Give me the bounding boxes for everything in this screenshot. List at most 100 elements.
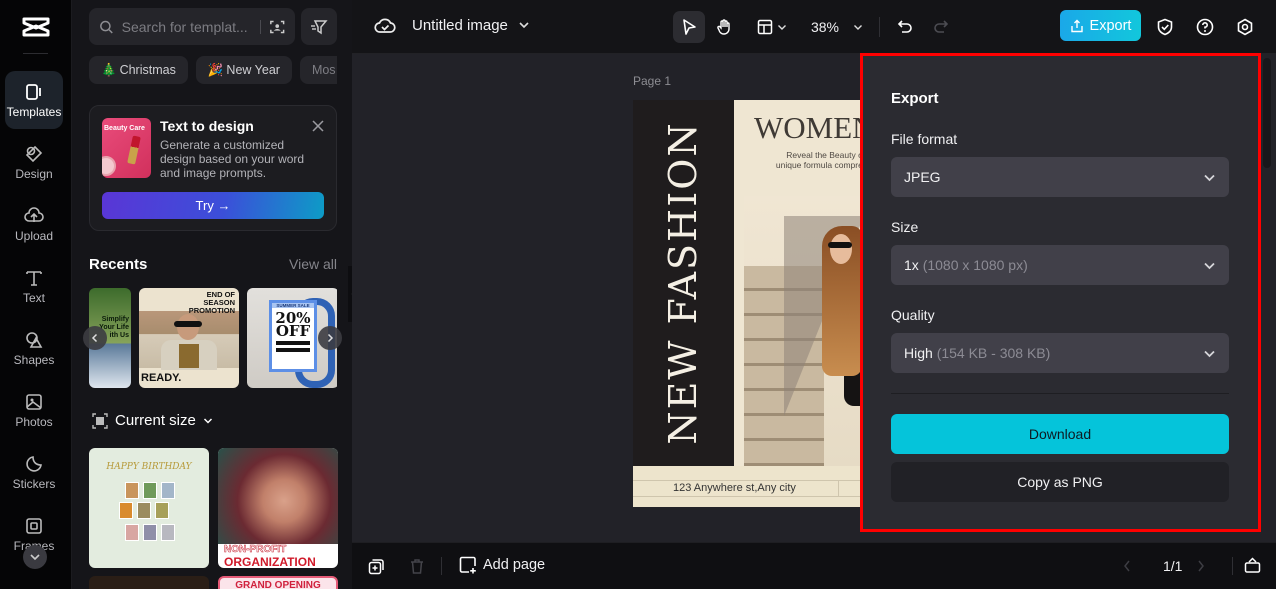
export-button[interactable]: Export: [1060, 10, 1141, 41]
close-icon[interactable]: [310, 118, 326, 134]
rail-label: Design: [15, 166, 53, 181]
duplicate-page-icon[interactable]: [368, 558, 385, 575]
select-tool-button[interactable]: [673, 11, 705, 43]
canvas-scrollbar[interactable]: [1263, 58, 1271, 168]
search-box[interactable]: [89, 8, 295, 45]
chip-label: Christmas: [119, 63, 176, 77]
carousel-next-button[interactable]: [318, 326, 342, 350]
redo-button[interactable]: [929, 11, 953, 43]
party-popper-icon: 🎉: [207, 62, 224, 77]
zoom-dropdown[interactable]: 38%: [804, 11, 870, 43]
thumbnail-caption: Beauty Care: [104, 125, 145, 132]
chip-christmas[interactable]: 🎄 Christmas: [89, 56, 188, 84]
quality-detail: (154 KB - 308 KB): [936, 345, 1051, 361]
security-button[interactable]: [1152, 11, 1178, 43]
template-card[interactable]: [89, 576, 209, 589]
category-chips: 🎄 Christmas 🎉 New Year Mos: [89, 56, 337, 84]
chip-new-year[interactable]: 🎉 New Year: [195, 56, 292, 84]
bottom-divider: [1232, 557, 1233, 575]
design-side-band: NEW FASHION: [633, 100, 734, 466]
template-title: HAPPY BIRTHDAY: [106, 462, 192, 472]
rail-item-templates[interactable]: Templates: [5, 71, 63, 129]
template-card[interactable]: NON-PROFIT ORGANIZATION: [218, 448, 338, 568]
template-title: GRAND OPENING: [235, 580, 321, 589]
rail-label: Templates: [6, 104, 62, 119]
carousel-prev-button[interactable]: [83, 326, 107, 350]
shield-check-icon: [1157, 18, 1173, 36]
design-footer: 123 Anywhere st,Any city: [633, 466, 863, 507]
page-counter: 1/1: [1163, 558, 1183, 574]
settings-button[interactable]: [1232, 11, 1258, 43]
current-size-dropdown[interactable]: Current size: [92, 412, 213, 429]
recents-heading: Recents: [89, 256, 148, 273]
current-size-label: Current size: [115, 412, 196, 429]
recent-item-offer: 20% OFF: [275, 309, 311, 340]
expand-pages-icon[interactable]: [1244, 556, 1261, 574]
template-subtitle: ORGANIZATION: [224, 555, 316, 568]
chevron-down-icon: [854, 25, 863, 30]
rail-item-text[interactable]: Text: [5, 257, 63, 315]
text-icon: [26, 270, 42, 286]
hand-tool-button[interactable]: [709, 11, 741, 43]
template-card[interactable]: GRAND OPENING: [218, 576, 338, 589]
rail-item-photos[interactable]: Photos: [5, 381, 63, 439]
quality-value: High: [904, 345, 933, 361]
undo-button[interactable]: [893, 11, 917, 43]
next-page-icon[interactable]: [1196, 559, 1206, 573]
design-vertical-text: NEW FASHION: [661, 121, 705, 445]
size-detail: (1080 x 1080 px): [922, 257, 1028, 273]
design-heading: WOMEN: [754, 110, 863, 145]
image-search-icon[interactable]: [269, 18, 285, 36]
search-divider: [259, 19, 261, 34]
chevron-down-icon: [1204, 262, 1215, 269]
rail-divider: [23, 53, 48, 54]
templates-icon: [26, 83, 41, 100]
design-artboard[interactable]: NEW FASHION WOMEN Reveal the Beauty of O…: [633, 100, 863, 507]
shapes-icon: [26, 331, 43, 348]
text-to-design-thumbnail: Beauty Care: [102, 118, 151, 178]
chevron-down-icon: [203, 417, 212, 424]
document-title[interactable]: Untitled image: [412, 17, 508, 34]
recent-item[interactable]: END OF SEASON PROMOTION READY.: [139, 288, 239, 388]
search-input[interactable]: [121, 18, 252, 35]
chevron-down-icon: [30, 554, 40, 561]
stickers-icon: [26, 455, 42, 472]
quality-select[interactable]: High (154 KB - 308 KB): [891, 333, 1229, 373]
export-panel: Export File format JPEG Size 1x (1080 x …: [860, 53, 1261, 532]
try-button[interactable]: Try →: [102, 192, 324, 219]
view-all-link[interactable]: View all: [289, 256, 337, 272]
download-button[interactable]: Download: [891, 414, 1229, 454]
copy-as-png-button[interactable]: Copy as PNG: [891, 462, 1229, 502]
gear-icon: [1237, 18, 1253, 36]
help-button[interactable]: [1192, 11, 1218, 43]
rail-label: Stickers: [12, 476, 56, 491]
chevron-down-icon[interactable]: [518, 19, 530, 31]
size-select[interactable]: 1x (1080 x 1080 px): [891, 245, 1229, 285]
prev-page-icon[interactable]: [1122, 559, 1132, 573]
cloud-saved-icon[interactable]: [374, 16, 396, 36]
delete-page-icon[interactable]: [409, 558, 425, 575]
filter-button[interactable]: [301, 8, 337, 45]
filter-icon: [311, 19, 328, 34]
undo-icon: [897, 20, 912, 33]
chevron-down-icon: [1204, 350, 1215, 357]
rail-item-upload[interactable]: Upload: [5, 195, 63, 253]
chip-more[interactable]: Mos: [299, 56, 337, 84]
toolbar-divider: [879, 17, 880, 37]
rail-item-design[interactable]: Design: [5, 133, 63, 191]
zoom-level: 38%: [810, 19, 840, 35]
template-card[interactable]: HAPPY BIRTHDAY: [89, 448, 209, 568]
add-page-icon: [459, 556, 476, 574]
add-page-button[interactable]: Add page: [459, 556, 545, 574]
redo-icon: [934, 20, 949, 33]
rail-more-button[interactable]: [23, 545, 47, 569]
layout-dropdown[interactable]: [752, 11, 792, 43]
chip-label: New Year: [226, 63, 280, 77]
chevron-down-icon: [1204, 174, 1215, 181]
chevron-left-icon: [91, 333, 98, 343]
rail-item-stickers[interactable]: Stickers: [5, 443, 63, 501]
file-format-select[interactable]: JPEG: [891, 157, 1229, 197]
rail-item-shapes[interactable]: Shapes: [5, 319, 63, 377]
rail-label: Upload: [14, 228, 54, 243]
capcut-logo[interactable]: [18, 12, 54, 42]
